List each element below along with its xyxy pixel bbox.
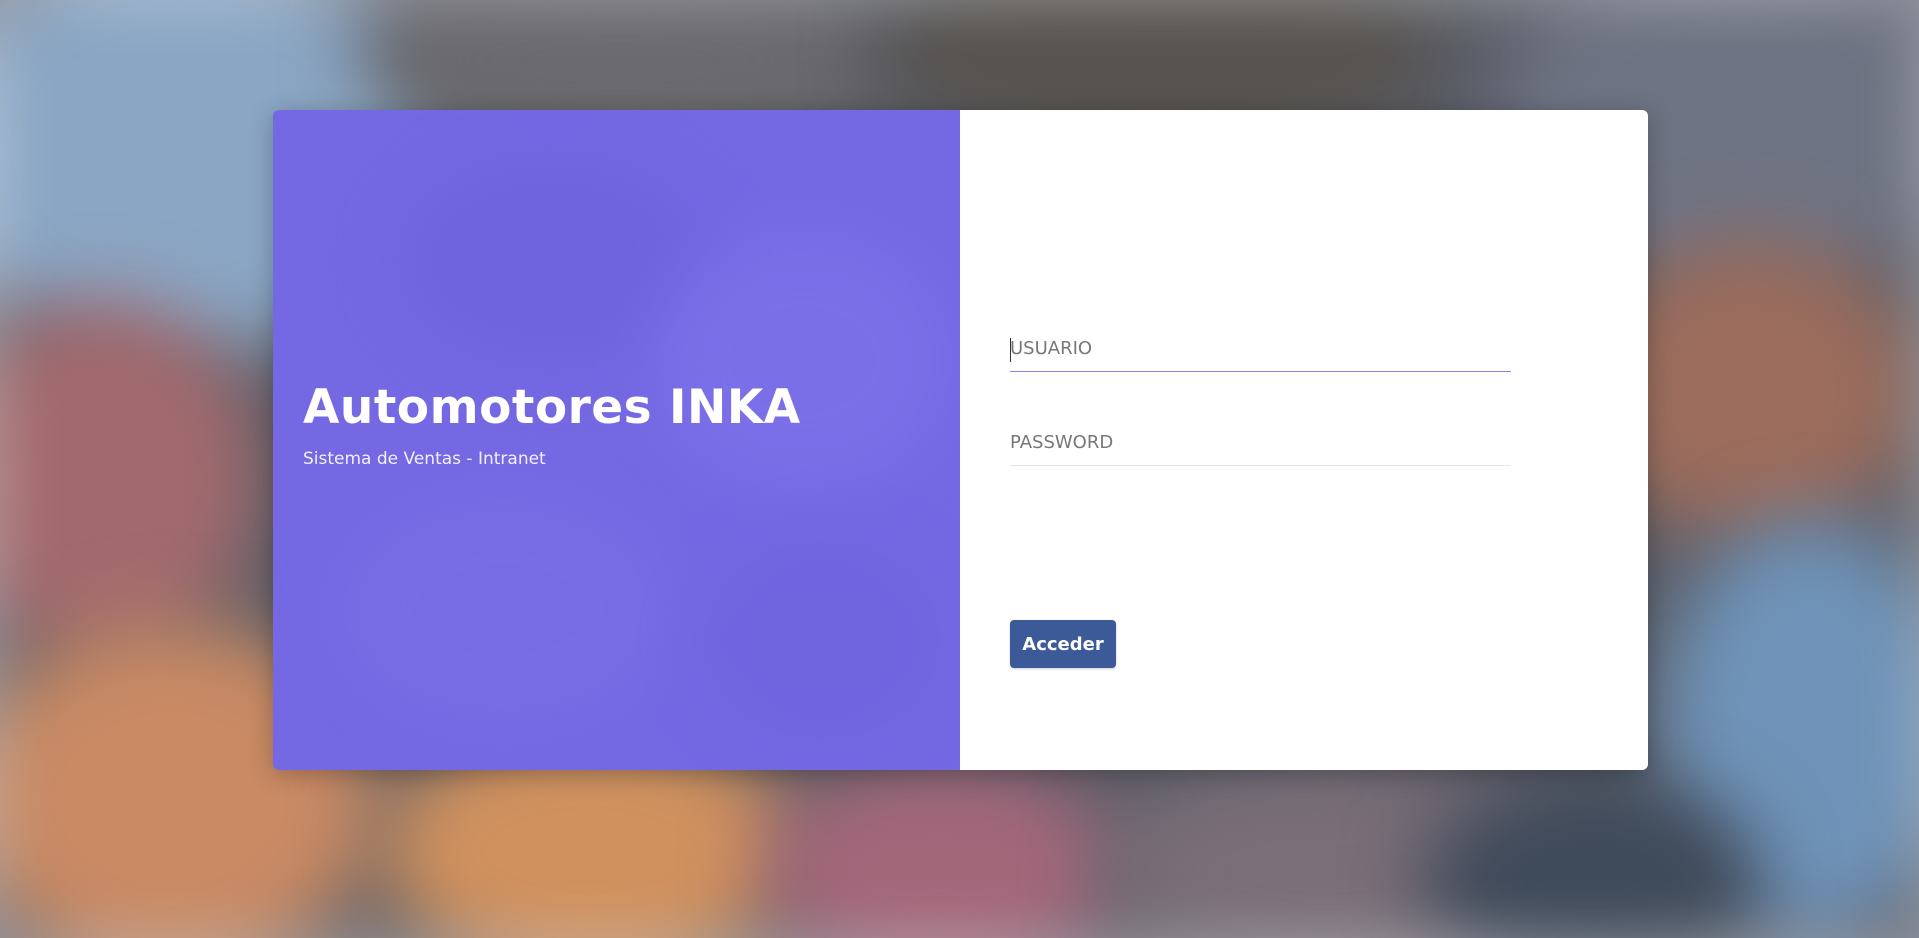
brand-title: Automotores INKA — [303, 380, 801, 435]
password-field-wrapper — [1010, 420, 1511, 466]
brand-block: Automotores INKA Sistema de Ventas - Int… — [303, 384, 801, 469]
login-submit-button[interactable]: Acceder — [1010, 620, 1116, 668]
username-field-wrapper — [1010, 326, 1511, 372]
username-input[interactable] — [1010, 326, 1511, 372]
login-panel: Acceder — [960, 110, 1648, 770]
password-input[interactable] — [1010, 420, 1511, 466]
brand-subtitle: Sistema de Ventas - Intranet — [303, 449, 546, 469]
brand-panel: Automotores INKA Sistema de Ventas - Int… — [273, 110, 960, 770]
text-caret — [1010, 338, 1011, 362]
login-form: Acceder — [1010, 326, 1511, 668]
login-card: Automotores INKA Sistema de Ventas - Int… — [273, 110, 1648, 770]
